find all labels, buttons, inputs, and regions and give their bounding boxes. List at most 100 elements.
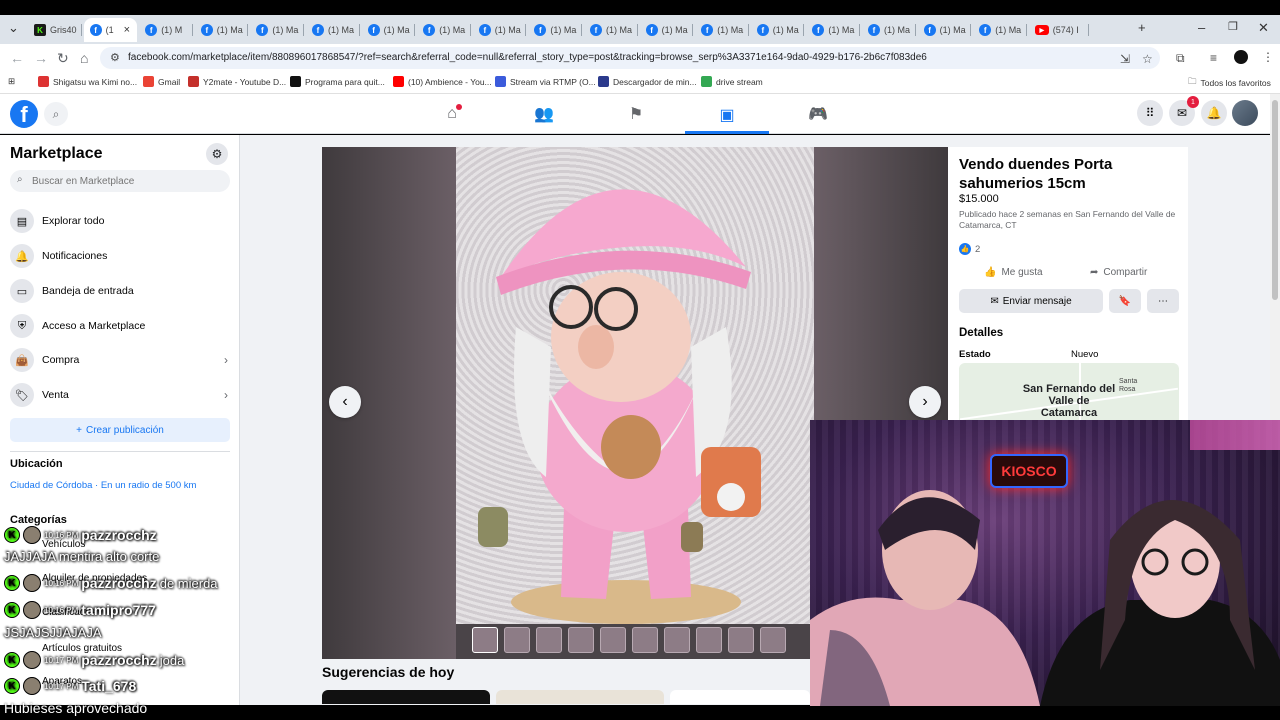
nav-gaming-icon[interactable]: 🎮 <box>776 98 860 130</box>
browser-tab[interactable]: f (1) Ma <box>417 18 471 42</box>
previous-photo-button[interactable]: ‹ <box>329 386 361 418</box>
likes-count[interactable]: 👍 2 <box>959 243 980 255</box>
suggestion-card[interactable] <box>322 690 490 704</box>
marketplace-search[interactable]: ⌕ <box>10 170 230 192</box>
facebook-logo[interactable]: f <box>10 100 38 128</box>
menu-grid-icon[interactable]: ⠿ <box>1137 100 1163 126</box>
browser-tab[interactable]: f (1 × <box>83 18 138 42</box>
facebook-search-icon[interactable]: ⌕ <box>44 102 68 126</box>
browser-tab[interactable]: f (1) Ma <box>306 18 360 42</box>
browser-tab[interactable]: f (1) Ma <box>806 18 860 42</box>
account-avatar[interactable] <box>1232 100 1258 126</box>
browser-tab[interactable]: f (1) Ma <box>362 18 416 42</box>
bookmark-item[interactable]: (10) Ambience - You... <box>393 76 492 87</box>
bookmark-label: drive stream <box>716 76 763 87</box>
home-icon[interactable]: ⌂ <box>80 50 88 66</box>
browser-tab[interactable]: f (1) Ma <box>751 18 805 42</box>
browser-tab[interactable]: f (1) Ma <box>862 18 916 42</box>
bookmark-item[interactable]: Y2mate - Youtube D... <box>188 76 286 87</box>
photo-thumbnail[interactable] <box>760 627 786 653</box>
save-bookmark-icon[interactable]: 🔖 <box>1109 289 1141 313</box>
browser-tab[interactable]: f (1) Ma <box>528 18 582 42</box>
sidebar-item-selling[interactable]: 🏷 Venta › <box>10 380 230 410</box>
browser-tab[interactable]: f (1) Ma <box>473 18 527 42</box>
browser-tab[interactable]: f (1) Ma <box>640 18 694 42</box>
browser-tab[interactable]: f (1) Ma <box>250 18 304 42</box>
bookmark-item[interactable]: Programa para quit... <box>290 76 385 87</box>
bookmark-item[interactable]: Descargador de min... <box>598 76 697 87</box>
all-bookmarks[interactable]: 🗀 Todos los favoritos <box>1188 76 1271 90</box>
install-app-icon[interactable]: ⇲ <box>1120 52 1130 66</box>
maximize-button[interactable]: ❐ <box>1228 20 1238 33</box>
back-arrow-icon[interactable]: ← <box>10 50 24 66</box>
suggestion-card[interactable] <box>496 690 664 704</box>
browser-tab[interactable]: f (1) Ma <box>195 18 249 42</box>
reading-list-icon[interactable]: ≡ <box>1210 51 1217 65</box>
new-tab-button[interactable]: + <box>1138 20 1146 35</box>
apps-grid-icon[interactable]: ⊞ <box>8 76 15 87</box>
browser-tab[interactable]: ▶ (574) I <box>1029 18 1089 42</box>
bookmark-item[interactable]: Stream via RTMP (O... <box>495 76 596 87</box>
bookmark-item[interactable]: Gmail <box>143 76 180 87</box>
messenger-icon[interactable]: ✉ 1 <box>1169 96 1199 126</box>
browser-tab-label: (1) Ma <box>772 25 799 35</box>
forward-arrow-icon[interactable]: → <box>34 50 48 66</box>
nav-marketplace-icon[interactable]: ▣ <box>685 98 769 134</box>
sidebar-item-access[interactable]: ⛨ Acceso a Marketplace <box>10 311 230 341</box>
photo-thumbnail[interactable] <box>728 627 754 653</box>
tab-search-icon[interactable]: ⌄ <box>8 20 19 36</box>
photo-thumbnail[interactable] <box>696 627 722 653</box>
photo-thumbnail[interactable] <box>568 627 594 653</box>
browser-tab[interactable]: f (1) Ma <box>584 18 638 42</box>
location-map[interactable]: San Fernando del Valle de Catamarca Sant… <box>959 363 1179 423</box>
chat-avatar <box>23 677 41 695</box>
more-options-icon[interactable]: ⋯ <box>1147 289 1179 313</box>
scrollbar-thumb[interactable] <box>1272 100 1278 300</box>
browser-tab[interactable]: f (1) Ma <box>973 18 1027 42</box>
close-window-button[interactable]: ✕ <box>1258 20 1269 36</box>
omnibox[interactable]: ⚙ facebook.com/marketplace/item/88089601… <box>100 47 1160 69</box>
nav-friends-icon[interactable]: 👥 <box>502 98 586 130</box>
sidebar-item-label: Compra <box>42 354 80 366</box>
send-message-button[interactable]: ✉ Enviar mensaje <box>959 289 1103 313</box>
marketplace-search-input[interactable] <box>32 173 222 189</box>
suggestion-card[interactable] <box>670 690 810 704</box>
photo-thumbnail[interactable] <box>472 627 498 653</box>
photo-thumbnail[interactable] <box>632 627 658 653</box>
photo-thumbnail[interactable] <box>664 627 690 653</box>
minimize-button[interactable]: – <box>1198 20 1205 35</box>
share-button[interactable]: ➦ Compartir <box>1090 261 1147 283</box>
location-link[interactable]: Ciudad de Córdoba · En un radio de 500 k… <box>10 480 196 491</box>
settings-gear-icon[interactable]: ⚙ <box>206 143 228 165</box>
sidebar-item-buying[interactable]: 👜 Compra › <box>10 345 230 375</box>
photo-thumbnail[interactable] <box>504 627 530 653</box>
chrome-menu-icon[interactable]: ⋮ <box>1262 50 1274 64</box>
notifications-bell-icon[interactable]: 🔔 <box>1201 100 1227 126</box>
sidebar-item-inbox[interactable]: ▭ Bandeja de entrada <box>10 276 230 306</box>
sidebar-item-notifications[interactable]: 🔔 Notificaciones <box>10 241 230 271</box>
bookmark-star-icon[interactable]: ☆ <box>1142 52 1153 66</box>
next-photo-button[interactable]: › <box>909 386 941 418</box>
create-listing-button[interactable]: + Crear publicación <box>10 418 230 442</box>
like-button[interactable]: 👍 Me gusta <box>984 261 1043 283</box>
extensions-icon[interactable]: ⧉ <box>1176 51 1185 66</box>
site-info-icon[interactable]: ⚙ <box>110 51 120 64</box>
bookmark-item[interactable]: drive stream <box>701 76 763 87</box>
browser-tab[interactable]: f (1) Ma <box>918 18 972 42</box>
sidebar-item-explore[interactable]: ▤ Explorar todo <box>10 206 230 236</box>
nav-home-icon[interactable]: ⌂ <box>410 98 494 130</box>
url-text[interactable]: facebook.com/marketplace/item/8808960178… <box>128 52 927 63</box>
nav-pages-flag-icon[interactable]: ⚑ <box>594 98 678 130</box>
bookmark-item[interactable]: Shigatsu wa Kimi no... <box>38 76 137 87</box>
page-scrollbar[interactable] <box>1270 94 1280 420</box>
chat-avatar <box>23 526 41 544</box>
photo-thumbnail[interactable] <box>600 627 626 653</box>
photo-thumbnail[interactable] <box>536 627 562 653</box>
browser-tab[interactable]: f (1) Ma <box>695 18 749 42</box>
close-tab-icon[interactable]: × <box>124 24 130 36</box>
reload-icon[interactable]: ↻ <box>57 50 69 66</box>
profile-avatar[interactable] <box>1234 50 1248 64</box>
browser-tab[interactable]: K Gris40 <box>28 18 82 42</box>
chat-message: K 10:16 PM tamipro777 <box>4 601 159 619</box>
browser-tab[interactable]: f (1) M <box>139 18 193 42</box>
